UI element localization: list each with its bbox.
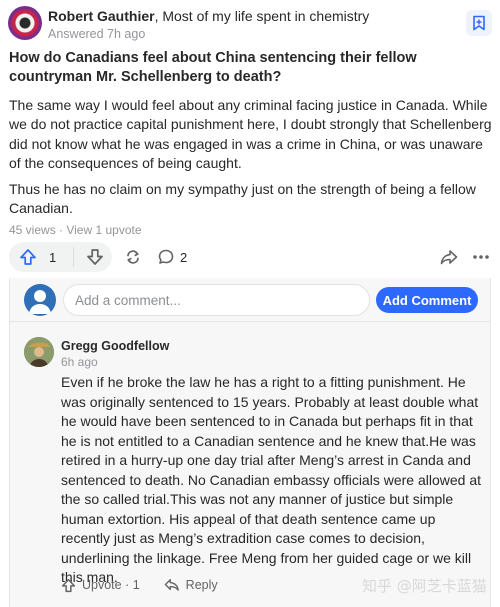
commenter-avatar[interactable] <box>24 337 54 367</box>
author-credential: , Most of my life spent in chemistry <box>154 8 370 24</box>
comment-input[interactable] <box>63 284 370 316</box>
share-button[interactable] <box>121 242 145 272</box>
author-name[interactable]: Robert Gauthier <box>48 8 155 24</box>
upvote-count: 1 <box>49 249 57 265</box>
vote-divider <box>73 247 74 267</box>
downvote-arrow-icon <box>86 248 104 266</box>
answer-paragraph: Thus he has no claim on my sympathy just… <box>9 181 476 217</box>
comments-button[interactable]: 2 <box>157 242 187 272</box>
comment-reply-label: Reply <box>185 578 218 592</box>
commenter-name[interactable]: Gregg Goodfellow <box>61 339 169 353</box>
watermark: 知乎 @阿芝卡蓝猫 <box>362 577 487 595</box>
comment-upvote-label: Upvote · 1 <box>82 578 140 592</box>
add-comment-row: Add Comment <box>10 278 490 322</box>
answer-stats[interactable]: 45 views · View 1 upvote <box>9 223 142 237</box>
forward-icon <box>439 248 459 266</box>
user-avatar[interactable] <box>24 284 56 316</box>
comments-section: Add Comment Gregg Goodfellow 6h ago Even… <box>9 278 491 607</box>
bookmark-icon <box>472 15 486 31</box>
bookmark-button[interactable] <box>466 10 492 36</box>
comment-actions: Upvote · 1 Reply <box>61 573 218 597</box>
vote-pill: 1 <box>9 242 112 272</box>
downvote-button[interactable] <box>77 242 112 272</box>
reply-icon <box>164 578 180 592</box>
comment-time: 6h ago <box>61 355 98 369</box>
comment-reply-button[interactable]: Reply <box>164 578 218 592</box>
user-silhouette-icon <box>24 284 56 316</box>
upvote-button[interactable]: 1 <box>9 242 73 272</box>
more-dots-icon <box>472 254 490 260</box>
action-bar: 1 2 <box>9 242 493 272</box>
answer-paragraph: The same way I would feel about any crim… <box>9 97 492 171</box>
forward-button[interactable] <box>437 242 461 272</box>
share-loop-icon <box>124 248 142 266</box>
answered-time[interactable]: Answered 7h ago <box>48 27 145 41</box>
answer-header: Robert Gauthier, Most of my life spent i… <box>8 6 492 42</box>
question-title[interactable]: How do Canadians feel about China senten… <box>9 49 493 87</box>
upvote-arrow-icon <box>19 248 37 266</box>
more-options-button[interactable] <box>469 242 493 272</box>
add-comment-button[interactable]: Add Comment <box>376 287 478 313</box>
upvote-arrow-icon <box>61 578 76 593</box>
author-line: Robert Gauthier, Most of my life spent i… <box>48 8 369 24</box>
comment-upvote-button[interactable]: Upvote · 1 <box>61 578 140 593</box>
author-avatar[interactable] <box>8 6 42 40</box>
comment-count: 2 <box>180 249 188 265</box>
comment-bubble-icon <box>157 248 175 266</box>
comment-text: Even if he broke the law he has a right … <box>61 374 481 585</box>
